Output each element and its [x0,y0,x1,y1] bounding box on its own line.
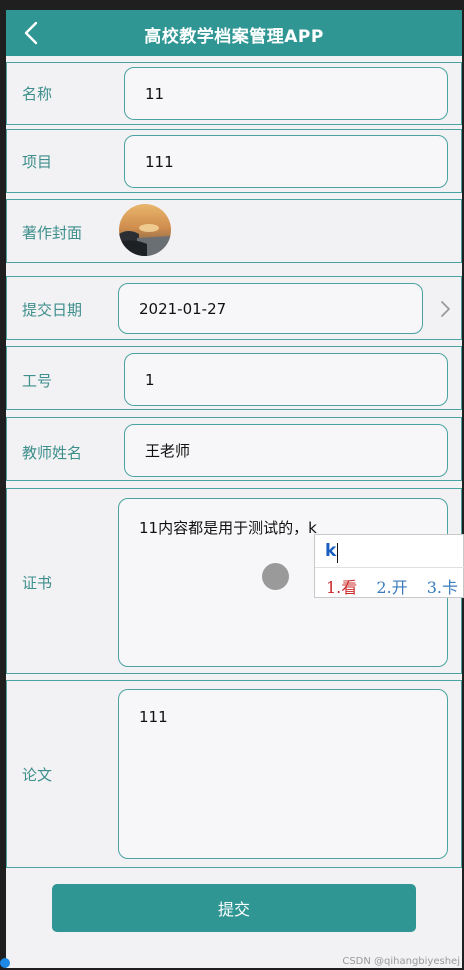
form-row-cover: 著作封面 [6,199,462,263]
ime-candidate[interactable]: 2.开 [376,578,407,597]
ime-candidate[interactable]: 1.看 [326,578,357,597]
form-row-paper: 论文 111 [6,680,462,868]
date-picker[interactable]: 2021-01-27 [118,283,423,334]
ime-candidate[interactable]: 3.卡 [427,578,458,597]
touch-indicator [262,563,289,590]
cover-label: 著作封面 [22,224,83,242]
ime-caret [337,543,338,563]
ime-composition: k [325,541,337,561]
watermark: CSDN @qihangbiyeshej [342,956,460,967]
teacher-name-label: 教师姓名 [22,444,83,462]
submit-button[interactable]: 提交 [52,884,416,932]
chevron-right-icon[interactable] [439,299,451,319]
paper-textarea[interactable]: 111 [118,689,448,859]
phone-screen: 高校教学档案管理APP 名称 11 项目 111 著作封面 提交日期 2021-… [6,10,462,968]
form-row-project: 项目 111 [6,129,462,193]
teacher-name-input[interactable]: 王老师 [124,424,448,477]
form-row-teacher-name: 教师姓名 王老师 [6,417,462,481]
paper-label: 论文 [22,766,53,784]
ime-candidate-window: k 1.看 2.开 3.卡 [314,534,464,598]
project-input[interactable]: 111 [124,135,448,188]
name-input[interactable]: 11 [124,67,448,120]
form-row-date: 提交日期 2021-01-27 [6,276,462,340]
cover-image[interactable] [119,204,171,256]
form-row-name: 名称 11 [6,62,462,125]
corner-indicator [0,958,10,968]
date-label: 提交日期 [22,301,83,319]
employee-id-input[interactable]: 1 [124,353,448,406]
project-label: 项目 [22,153,53,171]
ime-candidates: 1.看 2.开 3.卡 [315,567,464,598]
name-label: 名称 [22,85,53,103]
employee-id-label: 工号 [22,372,53,390]
page-title: 高校教学档案管理APP [144,27,324,47]
top-bar: 高校教学档案管理APP [6,10,462,56]
certificate-label: 证书 [22,574,53,592]
form-row-employee-id: 工号 1 [6,346,462,410]
